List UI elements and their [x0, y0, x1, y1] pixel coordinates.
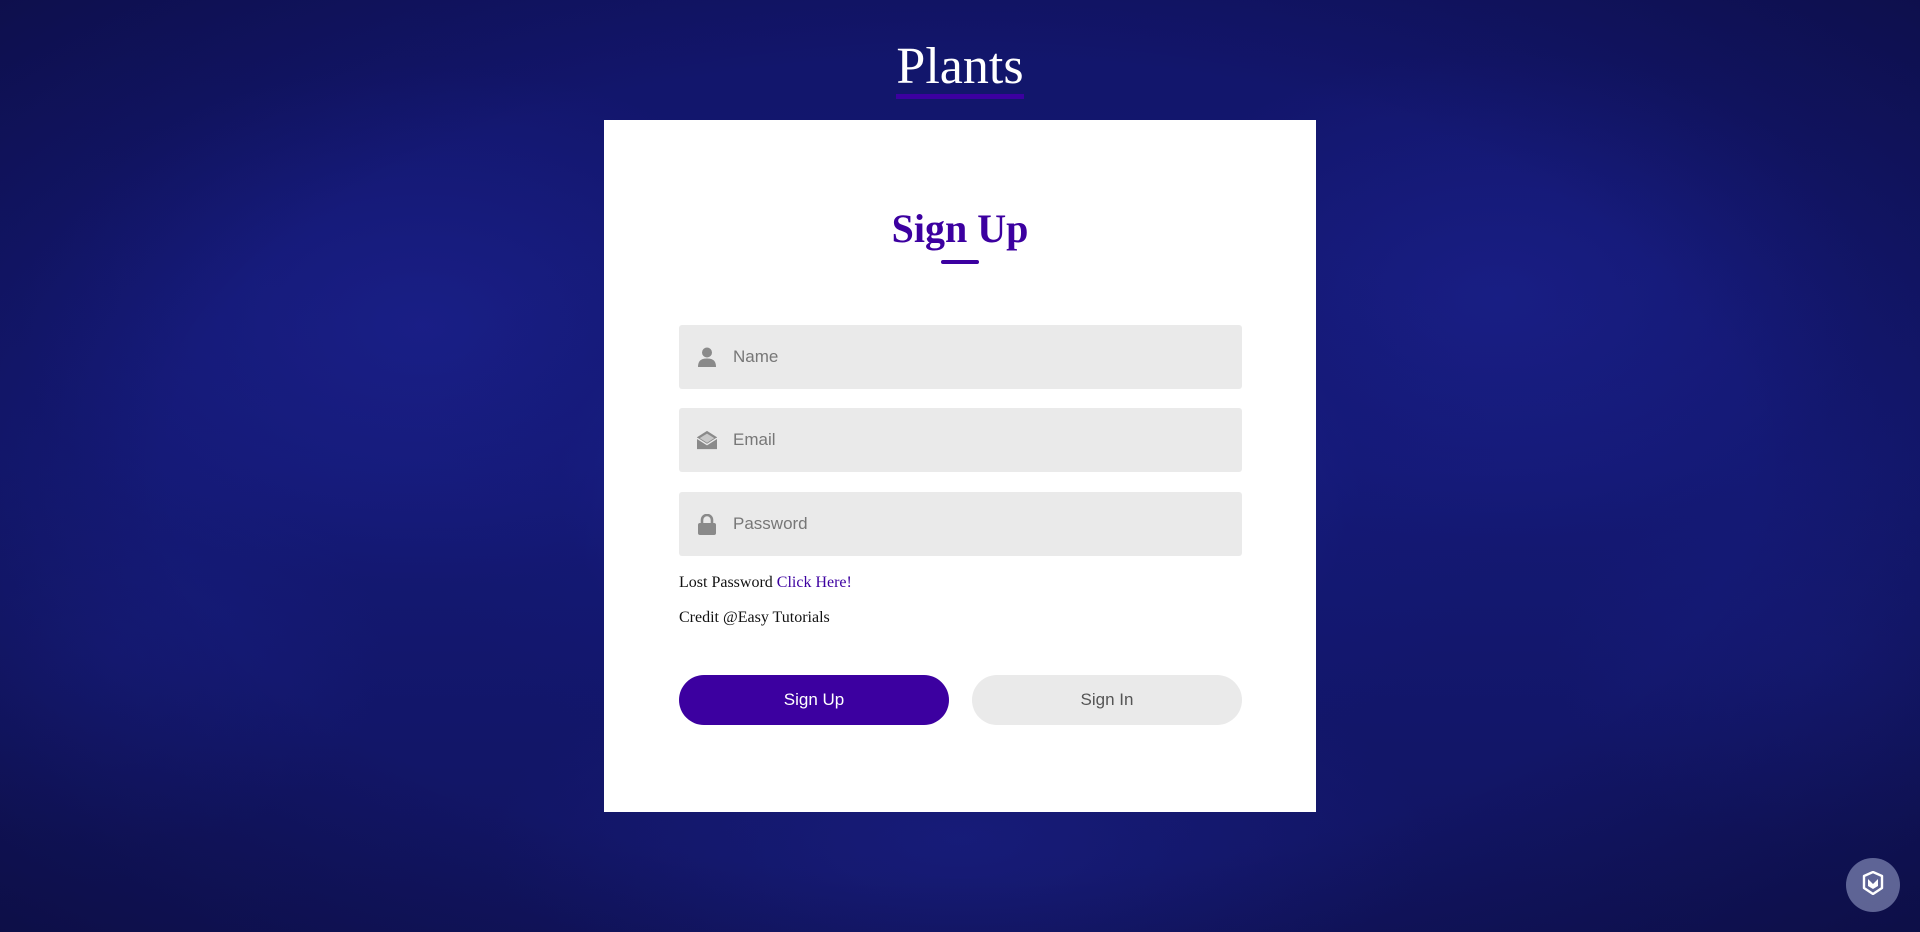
signup-card: Sign Up Lost Password C: [604, 120, 1316, 812]
lost-password-row: Lost Password Click Here!: [679, 574, 852, 592]
site-title: Plants: [0, 38, 1920, 99]
sign-up-button[interactable]: Sign Up: [679, 675, 949, 725]
lock-icon: [697, 513, 717, 535]
credit-text: Credit @Easy Tutorials: [679, 609, 830, 626]
site-title-text: Plants: [896, 40, 1024, 99]
user-icon: [697, 346, 717, 368]
security-widget-button[interactable]: [1846, 858, 1900, 912]
shield-icon: [1861, 870, 1885, 900]
lost-password-label: Lost Password: [679, 574, 773, 591]
name-field[interactable]: [679, 325, 1242, 389]
email-field[interactable]: [679, 408, 1242, 472]
envelope-open-icon: [697, 429, 717, 451]
email-input[interactable]: [733, 408, 1242, 472]
lost-password-link[interactable]: Click Here!: [777, 574, 852, 591]
form-title: Sign Up: [891, 206, 1029, 251]
name-input[interactable]: [733, 325, 1242, 389]
form-title-underline: [941, 260, 979, 264]
password-input[interactable]: [733, 492, 1242, 556]
password-field[interactable]: [679, 492, 1242, 556]
sign-in-button[interactable]: Sign In: [972, 675, 1242, 725]
